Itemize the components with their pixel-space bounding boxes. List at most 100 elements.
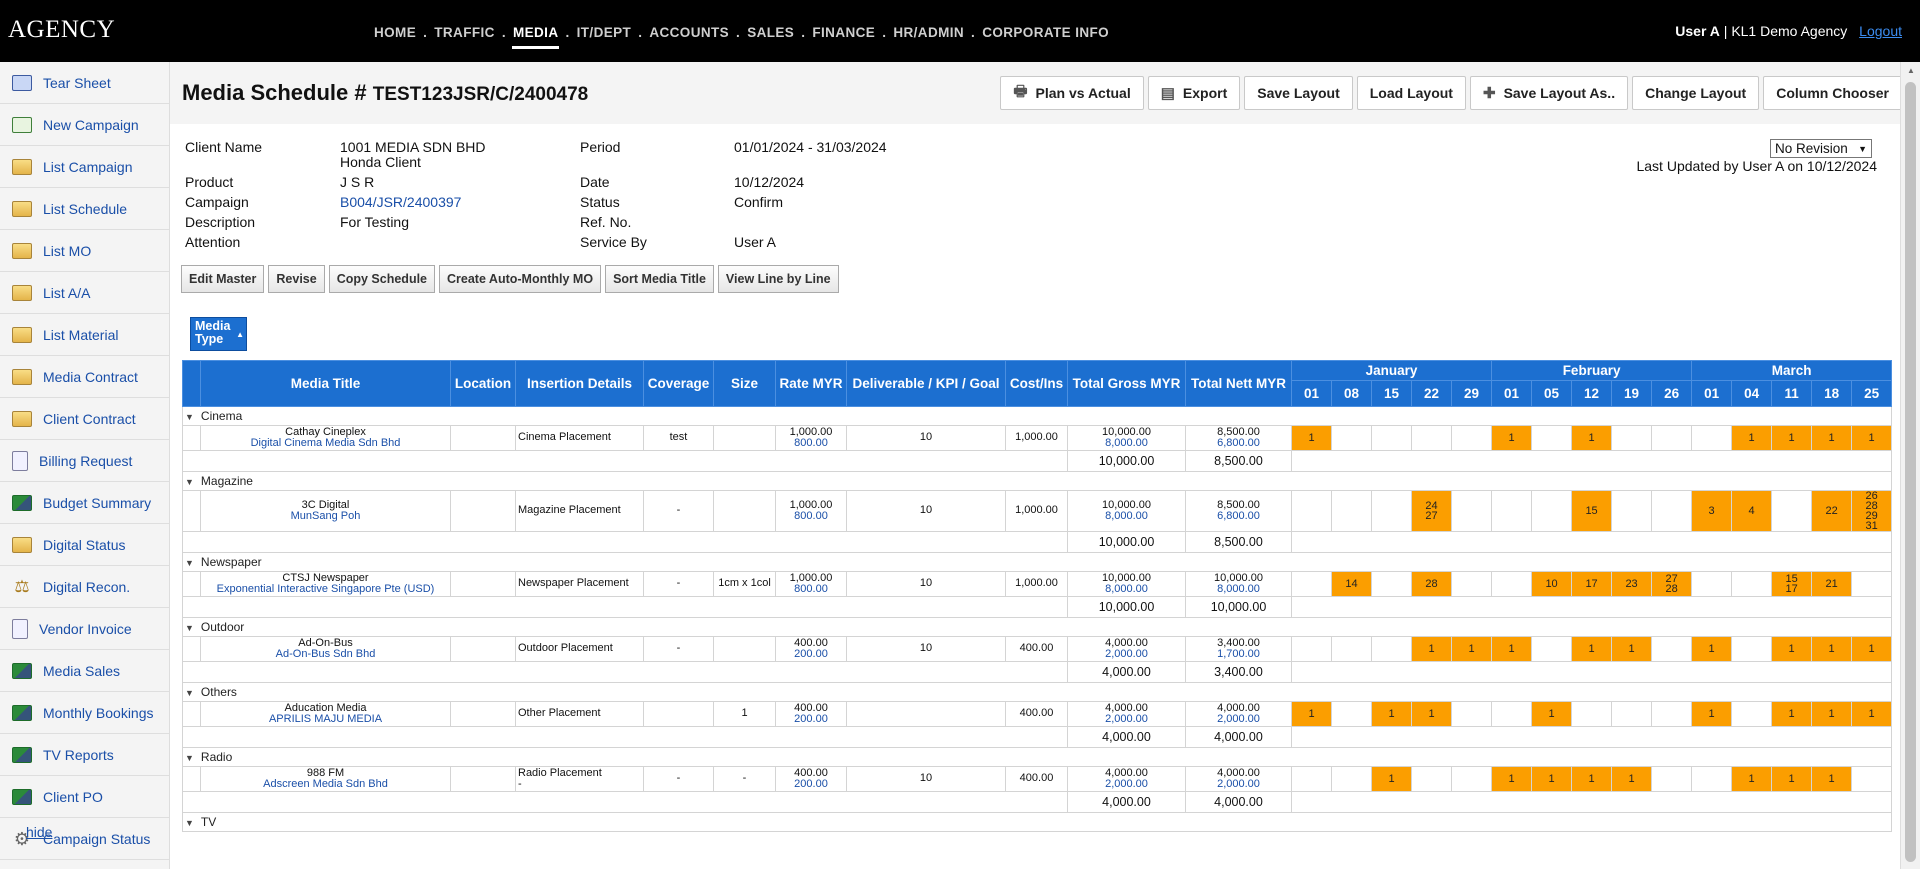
schedule-spot-cell[interactable] xyxy=(1731,636,1773,662)
schedule-spot-cell[interactable]: 1 xyxy=(1771,701,1813,727)
column-header[interactable]: Location xyxy=(450,360,516,407)
sidebar-item-client-contract[interactable]: Client Contract xyxy=(0,398,169,440)
schedule-spot-cell[interactable]: 26 28 29 31 xyxy=(1851,490,1893,532)
schedule-spot-cell[interactable]: 1 xyxy=(1731,425,1773,451)
group-row[interactable]: ▼ Radio xyxy=(181,747,1893,767)
change-layout-button[interactable]: Change Layout xyxy=(1632,76,1760,110)
nav-traffic[interactable]: TRAFFIC xyxy=(434,25,495,40)
schedule-spot-cell[interactable]: 10 xyxy=(1531,571,1573,597)
collapse-arrow-icon[interactable]: ▼ xyxy=(185,688,194,698)
group-row[interactable]: ▼ Cinema xyxy=(181,406,1893,426)
collapse-arrow-icon[interactable]: ▼ xyxy=(185,558,194,568)
sidebar-item-tear-sheet[interactable]: Tear Sheet xyxy=(0,62,169,104)
schedule-spot-cell[interactable]: 1 xyxy=(1371,701,1412,727)
schedule-spot-cell[interactable] xyxy=(1450,490,1493,532)
schedule-spot-cell[interactable]: 1 xyxy=(1811,636,1853,662)
group-row[interactable]: ▼ Magazine xyxy=(181,471,1893,491)
schedule-spot-cell[interactable]: 1 xyxy=(1571,425,1613,451)
schedule-spot-cell[interactable] xyxy=(1291,571,1332,597)
schedule-spot-cell[interactable] xyxy=(1531,425,1573,451)
media-title-cell[interactable]: Ad-On-Bus Ad-On-Bus Sdn Bhd xyxy=(200,636,451,662)
schedule-spot-cell[interactable]: 15 17 xyxy=(1771,571,1813,597)
save-layout-button[interactable]: Save Layout xyxy=(1244,76,1353,110)
collapse-arrow-icon[interactable]: ▼ xyxy=(185,623,194,633)
schedule-spot-cell[interactable]: 1 xyxy=(1851,636,1893,662)
schedule-spot-cell[interactable]: 17 xyxy=(1571,571,1613,597)
collapse-arrow-icon[interactable]: ▼ xyxy=(185,818,194,828)
sidebar-item-list-campaign[interactable]: List Campaign xyxy=(0,146,169,188)
collapse-arrow-icon[interactable]: ▼ xyxy=(185,753,194,763)
schedule-spot-cell[interactable] xyxy=(1411,425,1452,451)
media-title-cell[interactable]: Cathay Cineplex Digital Cinema Media Sdn … xyxy=(200,425,451,451)
group-row[interactable]: ▼ TV xyxy=(181,812,1893,832)
sidebar-item-client-po[interactable]: Client PO xyxy=(0,776,169,818)
schedule-spot-cell[interactable]: 1 xyxy=(1851,701,1893,727)
schedule-spot-cell[interactable]: 1 xyxy=(1771,766,1813,792)
schedule-spot-cell[interactable]: 1 xyxy=(1811,425,1853,451)
nav-media[interactable]: MEDIA xyxy=(511,25,559,49)
load-layout-button[interactable]: Load Layout xyxy=(1356,76,1466,110)
schedule-spot-cell[interactable]: 4 xyxy=(1731,490,1773,532)
schedule-spot-cell[interactable]: 22 xyxy=(1811,490,1853,532)
plan-vs-actual-button[interactable]: 🖶 Plan vs Actual xyxy=(1000,76,1144,110)
schedule-spot-cell[interactable] xyxy=(1291,490,1332,532)
sidebar-item-list-mo[interactable]: List MO xyxy=(0,230,169,272)
table-row[interactable]: Aducation Media APRILIS MAJU MEDIA Other P… xyxy=(182,701,1893,727)
media-title-cell[interactable]: 988 FM Adscreen Media Sdn Bhd xyxy=(200,766,451,792)
nav-sales[interactable]: SALES xyxy=(747,25,794,40)
schedule-spot-cell[interactable] xyxy=(1651,701,1693,727)
schedule-spot-cell[interactable] xyxy=(1450,766,1493,792)
revision-select[interactable]: No Revision ▼ xyxy=(1770,139,1872,158)
copy-schedule-button[interactable]: Copy Schedule xyxy=(328,265,435,293)
schedule-spot-cell[interactable]: 27 28 xyxy=(1651,571,1693,597)
schedule-spot-cell[interactable] xyxy=(1450,701,1493,727)
schedule-spot-cell[interactable] xyxy=(1531,490,1573,532)
schedule-spot-cell[interactable] xyxy=(1731,571,1773,597)
schedule-spot-cell[interactable] xyxy=(1491,490,1533,532)
schedule-spot-cell[interactable] xyxy=(1331,425,1372,451)
schedule-spot-cell[interactable] xyxy=(1371,571,1412,597)
schedule-spot-cell[interactable]: 1 xyxy=(1450,636,1493,662)
schedule-spot-cell[interactable] xyxy=(1851,571,1893,597)
schedule-spot-cell[interactable]: 1 xyxy=(1571,766,1613,792)
schedule-spot-cell[interactable] xyxy=(1651,425,1693,451)
view-line-by-line-button[interactable]: View Line by Line xyxy=(717,265,839,293)
nav-home[interactable]: HOME xyxy=(374,25,416,40)
sidebar-item-list-schedule[interactable]: List Schedule xyxy=(0,188,169,230)
column-chooser-button[interactable]: Column Chooser xyxy=(1763,76,1902,110)
schedule-spot-cell[interactable]: 1 xyxy=(1411,701,1452,727)
schedule-spot-cell[interactable] xyxy=(1291,636,1332,662)
nav-hr-admin[interactable]: HR/ADMIN xyxy=(893,25,964,40)
column-header[interactable]: Size xyxy=(713,360,776,407)
schedule-spot-cell[interactable] xyxy=(1731,701,1773,727)
schedule-spot-cell[interactable]: 1 xyxy=(1771,425,1813,451)
media-title-cell[interactable]: 3C Digital MunSang Poh xyxy=(200,490,451,532)
schedule-spot-cell[interactable] xyxy=(1450,425,1493,451)
schedule-spot-cell[interactable] xyxy=(1491,571,1533,597)
sidebar-item-list-a-a[interactable]: List A/A xyxy=(0,272,169,314)
sidebar-item-digital-status[interactable]: Digital Status xyxy=(0,524,169,566)
schedule-spot-cell[interactable] xyxy=(1331,701,1372,727)
schedule-spot-cell[interactable]: 1 xyxy=(1571,636,1613,662)
export-button[interactable]: ▤ Export xyxy=(1147,76,1241,110)
schedule-spot-cell[interactable]: 1 xyxy=(1851,425,1893,451)
logout-link[interactable]: Logout xyxy=(1859,23,1902,39)
schedule-spot-cell[interactable]: 1 xyxy=(1531,766,1573,792)
group-row[interactable]: ▼ Outdoor xyxy=(181,617,1893,637)
schedule-spot-cell[interactable] xyxy=(1611,425,1653,451)
media-title-cell[interactable]: Aducation Media APRILIS MAJU MEDIA xyxy=(200,701,451,727)
group-row[interactable]: ▼ Others xyxy=(181,682,1893,702)
schedule-spot-cell[interactable]: 1 xyxy=(1691,701,1733,727)
schedule-spot-cell[interactable] xyxy=(1531,636,1573,662)
sidebar-item-digital-recon[interactable]: ⚖ Digital Recon. xyxy=(0,566,169,608)
schedule-spot-cell[interactable] xyxy=(1651,766,1693,792)
schedule-spot-cell[interactable]: 28 xyxy=(1411,571,1452,597)
schedule-spot-cell[interactable]: 1 xyxy=(1491,766,1533,792)
nav-finance[interactable]: FINANCE xyxy=(812,25,875,40)
schedule-spot-cell[interactable] xyxy=(1331,766,1372,792)
schedule-spot-cell[interactable]: 1 xyxy=(1291,425,1332,451)
table-row[interactable]: Ad-On-Bus Ad-On-Bus Sdn Bhd Outdoor Placem… xyxy=(182,636,1893,662)
table-row[interactable]: 988 FM Adscreen Media Sdn Bhd Radio Placem… xyxy=(182,766,1893,792)
column-header[interactable]: Deliverable / KPI / Goal xyxy=(846,360,1006,407)
column-header[interactable]: Media Title xyxy=(200,360,451,407)
